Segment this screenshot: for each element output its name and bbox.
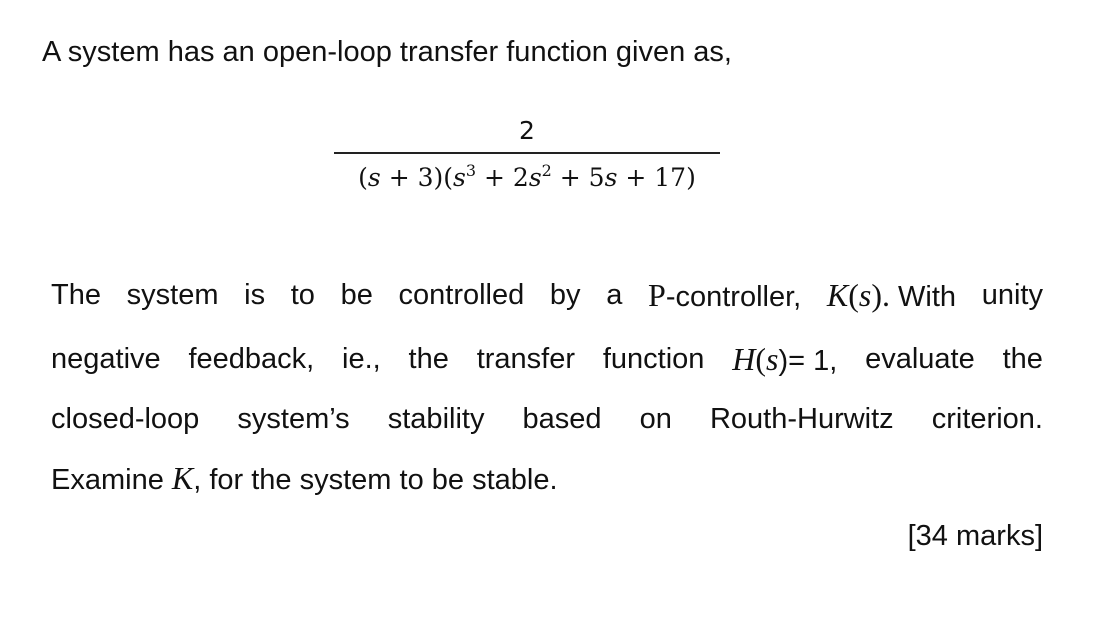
intro-text: A system has an open-loop transfer funct… bbox=[42, 36, 732, 68]
paragraph-line-4: Examine K, for the system to be stable. bbox=[51, 460, 558, 496]
tf-denominator: (s + 3)(s3 + 2s2 + 5s + 17) bbox=[358, 161, 696, 192]
paragraph-line-3: closed-loop system’s stability based on Routh… bbox=[51, 403, 1043, 435]
paragraph-line-1: The system is to be controlled by a P-controlle… bbox=[51, 277, 1043, 313]
paragraph-line-2: negative feedback, ie., the transfer function… bbox=[51, 341, 1043, 377]
transfer-function: 2 (s + 3)(s3 + 2s2 + 5s + 17) bbox=[333, 116, 721, 195]
tf-numerator: 2 bbox=[519, 116, 535, 145]
marks-label: [34 marks] bbox=[907, 520, 1043, 552]
